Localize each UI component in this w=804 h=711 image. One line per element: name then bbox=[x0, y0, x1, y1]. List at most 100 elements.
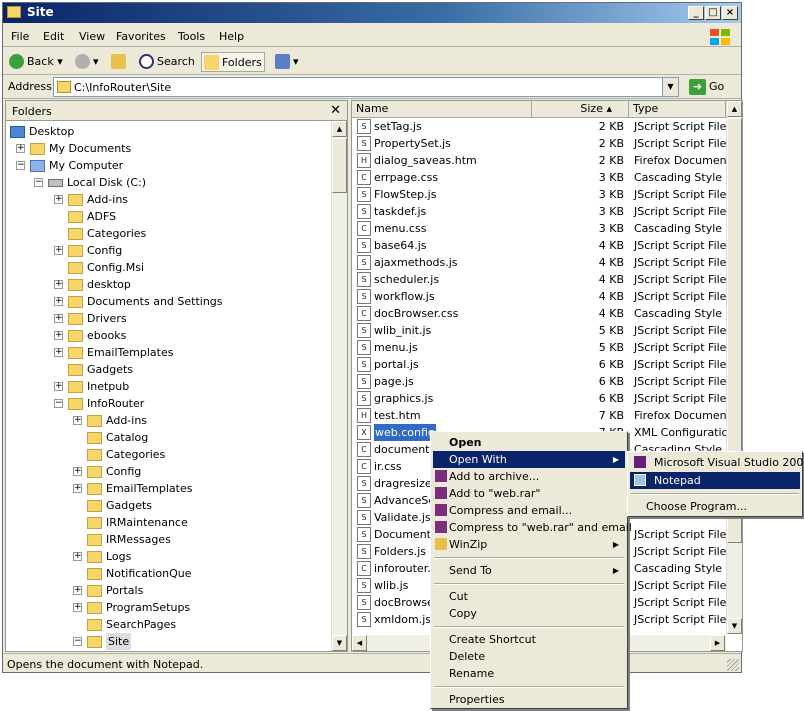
column-type-header[interactable]: Type bbox=[629, 101, 726, 118]
close-folders-pane-icon[interactable]: ✕ bbox=[330, 103, 341, 118]
tree-node[interactable]: + Add-ins bbox=[6, 412, 331, 429]
tree-node[interactable]: + ProgramSetups bbox=[6, 599, 331, 616]
title-bar[interactable]: Site _ □ × bbox=[3, 3, 741, 23]
menu-open[interactable]: Open bbox=[433, 434, 625, 451]
collapse-icon[interactable]: − bbox=[73, 637, 82, 646]
expand-icon[interactable]: + bbox=[54, 297, 63, 306]
expand-icon[interactable]: + bbox=[73, 603, 82, 612]
file-row[interactable]: Sworkflow.js 4 KB JScript Script File bbox=[352, 288, 726, 305]
scroll-up-button[interactable]: ▲ bbox=[727, 101, 742, 117]
collapse-icon[interactable]: − bbox=[16, 161, 25, 170]
menu-delete[interactable]: Delete bbox=[433, 648, 625, 665]
tree-node[interactable]: + Drivers bbox=[6, 310, 331, 327]
tree-node[interactable]: − My Computer bbox=[6, 157, 331, 174]
file-row[interactable]: Swlib_init.js 5 KB JScript Script File bbox=[352, 322, 726, 339]
menu-copy[interactable]: Copy bbox=[433, 605, 625, 622]
menu-open-with[interactable]: Open With ▶ bbox=[433, 451, 625, 468]
tree-node[interactable]: + Portals bbox=[6, 582, 331, 599]
tree-node[interactable]: + desktop bbox=[6, 276, 331, 293]
file-row[interactable]: Hdialog_saveas.htm 2 KB Firefox Document bbox=[352, 152, 726, 169]
views-button[interactable]: ▾ bbox=[273, 52, 301, 72]
expand-icon[interactable]: + bbox=[73, 416, 82, 425]
tree-node[interactable]: Categories bbox=[6, 446, 331, 463]
menu-notepad[interactable]: Notepad bbox=[630, 472, 800, 489]
tree-scrollbar[interactable]: ▲ ▼ bbox=[331, 121, 347, 651]
menu-help[interactable]: Help bbox=[219, 30, 244, 43]
expand-icon[interactable]: + bbox=[54, 195, 63, 204]
file-row[interactable]: Smenu.js 5 KB JScript Script File bbox=[352, 339, 726, 356]
tree-node[interactable]: + Inetpub bbox=[6, 378, 331, 395]
scroll-right-button[interactable]: ▶ bbox=[710, 635, 725, 651]
menu-compress-rar-email[interactable]: Compress to "web.rar" and email bbox=[433, 519, 632, 536]
tree-node[interactable]: + My Documents bbox=[6, 140, 331, 157]
expand-icon[interactable]: + bbox=[73, 552, 82, 561]
expand-icon[interactable]: + bbox=[73, 586, 82, 595]
collapse-icon[interactable]: − bbox=[54, 399, 63, 408]
expand-icon[interactable]: + bbox=[54, 348, 63, 357]
expand-icon[interactable]: + bbox=[54, 331, 63, 340]
file-list-scrollbar[interactable]: ▲ ▼ bbox=[726, 101, 742, 634]
menu-properties[interactable]: Properties bbox=[433, 691, 625, 708]
tree-node[interactable]: − InfoRouter bbox=[6, 395, 331, 412]
expand-icon[interactable]: + bbox=[73, 484, 82, 493]
tree-node[interactable]: + Logs bbox=[6, 548, 331, 565]
file-row[interactable]: S FlowStep.js 3 KB JScript Script File bbox=[352, 186, 726, 203]
tree-node[interactable]: + Documents and Settings bbox=[6, 293, 331, 310]
expand-icon[interactable]: + bbox=[16, 144, 25, 153]
file-row[interactable]: CdocBrowser.css 4 KB Cascading Style Sh... bbox=[352, 305, 726, 322]
address-input[interactable]: C:\InfoRouter\Site ▼ bbox=[53, 77, 679, 97]
address-dropdown-button[interactable]: ▼ bbox=[662, 78, 678, 96]
menu-add-to-archive[interactable]: Add to archive... bbox=[433, 468, 625, 485]
expand-icon[interactable]: + bbox=[54, 314, 63, 323]
file-row[interactable]: Sajaxmethods.js 4 KB JScript Script File bbox=[352, 254, 726, 271]
file-row[interactable]: Sgraphics.js 6 KB JScript Script File bbox=[352, 390, 726, 407]
maximize-button[interactable]: □ bbox=[705, 6, 721, 20]
menu-edit[interactable]: Edit bbox=[43, 30, 64, 43]
menu-add-to-rar[interactable]: Add to "web.rar" bbox=[433, 485, 625, 502]
tree-node[interactable]: Categories bbox=[6, 225, 331, 242]
tree-node[interactable]: − Local Disk (C:) bbox=[6, 174, 331, 191]
tree-node[interactable]: IRMaintenance bbox=[6, 514, 331, 531]
tree-node[interactable]: NotificationQue bbox=[6, 565, 331, 582]
close-button[interactable]: × bbox=[722, 6, 738, 20]
scroll-down-button[interactable]: ▼ bbox=[727, 618, 742, 634]
menu-choose-program[interactable]: Choose Program... bbox=[630, 498, 800, 515]
menu-cut[interactable]: Cut bbox=[433, 588, 625, 605]
forward-button[interactable]: ▾ bbox=[73, 52, 109, 72]
tree-node[interactable]: + Config bbox=[6, 463, 331, 480]
minimize-button[interactable]: _ bbox=[688, 6, 704, 20]
tree-node[interactable]: Gadgets bbox=[6, 361, 331, 378]
file-row[interactable]: Spage.js 6 KB JScript Script File bbox=[352, 373, 726, 390]
menu-tools[interactable]: Tools bbox=[178, 30, 205, 43]
menu-file[interactable]: File bbox=[11, 30, 29, 43]
file-row[interactable]: Sscheduler.js 4 KB JScript Script File bbox=[352, 271, 726, 288]
file-row[interactable]: Sbase64.js 4 KB JScript Script File bbox=[352, 237, 726, 254]
back-button[interactable]: Back ▾ bbox=[7, 52, 73, 72]
scroll-thumb[interactable] bbox=[332, 138, 347, 193]
tree-node[interactable]: + EmailTemplates bbox=[6, 344, 331, 361]
expand-icon[interactable]: + bbox=[73, 467, 82, 476]
column-name-header[interactable]: Name bbox=[352, 101, 532, 118]
scroll-up-button[interactable]: ▲ bbox=[332, 121, 347, 137]
go-button[interactable]: ➜ Go bbox=[687, 77, 724, 97]
tree-node[interactable]: Gadgets bbox=[6, 497, 331, 514]
menu-compress-email[interactable]: Compress and email... bbox=[433, 502, 625, 519]
tree-node[interactable]: Config.Msi bbox=[6, 259, 331, 276]
menu-view[interactable]: View bbox=[79, 30, 105, 43]
search-button[interactable]: Search bbox=[137, 52, 201, 72]
folders-button[interactable]: Folders bbox=[201, 52, 265, 72]
collapse-icon[interactable]: − bbox=[34, 178, 43, 187]
tree-node[interactable]: + ebooks bbox=[6, 327, 331, 344]
tree-node[interactable]: + Add-ins bbox=[6, 191, 331, 208]
scroll-down-button[interactable]: ▼ bbox=[332, 635, 347, 651]
menu-rename[interactable]: Rename bbox=[433, 665, 625, 682]
menu-winzip[interactable]: WinZip ▶ bbox=[433, 536, 625, 553]
tree-node[interactable]: IRMessages bbox=[6, 531, 331, 548]
file-row[interactable]: Staskdef.js 3 KB JScript Script File bbox=[352, 203, 726, 220]
column-size-header[interactable]: Size ▴ bbox=[532, 101, 629, 118]
file-row[interactable]: SsetTag.js 2 KB JScript Script File bbox=[352, 118, 726, 135]
expand-icon[interactable]: + bbox=[54, 246, 63, 255]
file-row[interactable]: Cerrpage.css 3 KB Cascading Style Sh... bbox=[352, 169, 726, 186]
tree-node[interactable]: + Config bbox=[6, 242, 331, 259]
expand-icon[interactable]: + bbox=[54, 280, 63, 289]
